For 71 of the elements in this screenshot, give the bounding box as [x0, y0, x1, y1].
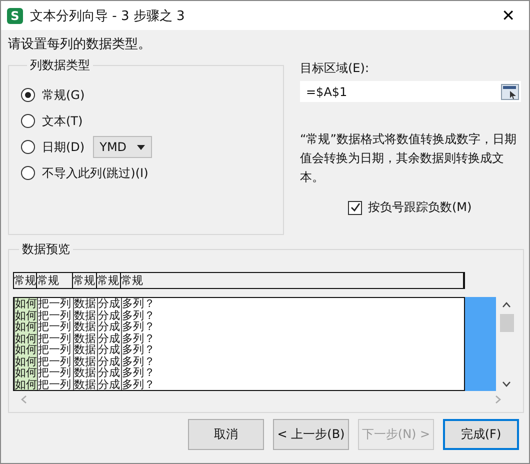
preview-cell: 把一列 — [37, 344, 73, 356]
preview-cell: 多列？ — [121, 356, 464, 367]
preview-cell: 如何 — [14, 367, 37, 378]
radio-option[interactable]: 不导入此列(跳过)(I) — [21, 164, 148, 182]
preview-cell: 分成 — [97, 321, 121, 332]
radio-option[interactable]: 文本(T) — [21, 112, 83, 130]
preview-cell: 分成 — [97, 378, 121, 390]
preview-cell: 把一列 — [37, 356, 73, 367]
preview-cell: 多列？ — [121, 310, 464, 321]
dialog-button[interactable]: 完成(F) — [443, 419, 519, 450]
preview-cell: 数据 — [73, 321, 97, 332]
column-header[interactable]: 常规 — [37, 273, 73, 288]
preview-cell: 分成 — [97, 367, 121, 378]
preview-cell: 分成 — [97, 344, 121, 356]
column-header[interactable]: 常规 — [121, 273, 464, 288]
preview-cell: 把一列 — [37, 310, 73, 321]
preview-cell: 多列？ — [121, 378, 464, 390]
radio-option[interactable]: 常规(G) — [21, 86, 85, 104]
check-icon — [350, 202, 360, 213]
column-header[interactable]: 常规 — [73, 273, 97, 288]
scroll-up-icon[interactable] — [502, 302, 511, 308]
preview-cell: 如何 — [14, 310, 37, 321]
negative-checkbox[interactable]: 按负号跟踪负数(M) — [348, 199, 521, 216]
preview-cell: 多列？ — [121, 298, 464, 310]
preview-cell: 多列？ — [121, 344, 464, 356]
preview-cell: 数据 — [73, 367, 97, 378]
radio-option[interactable]: 日期(D) — [21, 138, 85, 156]
group-title: 列数据类型 — [29, 57, 91, 74]
dialog-button[interactable]: 取消 — [188, 419, 264, 450]
preview-cell: 多列？ — [121, 332, 464, 344]
preview-cell: 分成 — [97, 298, 121, 310]
preview-cell: 把一列 — [37, 367, 73, 378]
preview-cell: 分成 — [97, 310, 121, 321]
preview-cell: 如何 — [14, 321, 37, 332]
app-icon: S — [7, 8, 23, 24]
dialog-button[interactable]: < 上一步(B) — [273, 419, 349, 450]
scroll-left-icon[interactable] — [21, 395, 27, 404]
preview-cell: 分成 — [97, 356, 121, 367]
preview-cell: 如何 — [14, 298, 37, 310]
scroll-thumb[interactable] — [500, 314, 514, 332]
description-text: “常规”数据格式将数值转换成数字，日期值会转换为日期，其余数据则转换成文本。 — [300, 131, 518, 186]
preview-cell: 如何 — [14, 344, 37, 356]
preview-cell: 把一列 — [37, 332, 73, 344]
preview-cell: 把一列 — [37, 378, 73, 390]
column-header[interactable]: 常规 — [97, 273, 121, 288]
close-button[interactable]: ✕ — [494, 6, 523, 25]
format-dropdown[interactable]: YMD — [92, 136, 152, 158]
scroll-down-icon[interactable] — [502, 381, 511, 387]
preview-cell: 数据 — [73, 310, 97, 321]
preview-cell: 把一列 — [37, 298, 73, 310]
range-picker-icon[interactable] — [501, 84, 519, 100]
group-title: 数据预览 — [21, 241, 71, 258]
preview-cell: 分成 — [97, 332, 121, 344]
field-label: 目标区域(E): — [300, 60, 370, 77]
preview-cell: 多列？ — [121, 367, 464, 378]
scroll-right-icon[interactable] — [495, 395, 501, 404]
column-header[interactable]: 常规 — [14, 273, 37, 288]
preview-cell: 数据 — [73, 378, 97, 390]
instruction-text: 请设置每列的数据类型。 — [8, 36, 152, 53]
preview-cell: 数据 — [73, 344, 97, 356]
preview-cell: 把一列 — [37, 321, 73, 332]
destination-field[interactable]: =$A$1 — [300, 81, 521, 102]
preview-cell: 如何 — [14, 332, 37, 344]
caret-icon — [136, 144, 145, 150]
preview-cell: 数据 — [73, 356, 97, 367]
preview-cell: 如何 — [14, 378, 37, 390]
preview-cell: 多列？ — [121, 321, 464, 332]
preview-cell: 数据 — [73, 332, 97, 344]
preview-cell: 数据 — [73, 298, 97, 310]
window-title: 文本分列向导 - 3 步骤之 3 — [30, 8, 186, 24]
preview-cell: 如何 — [14, 356, 37, 367]
